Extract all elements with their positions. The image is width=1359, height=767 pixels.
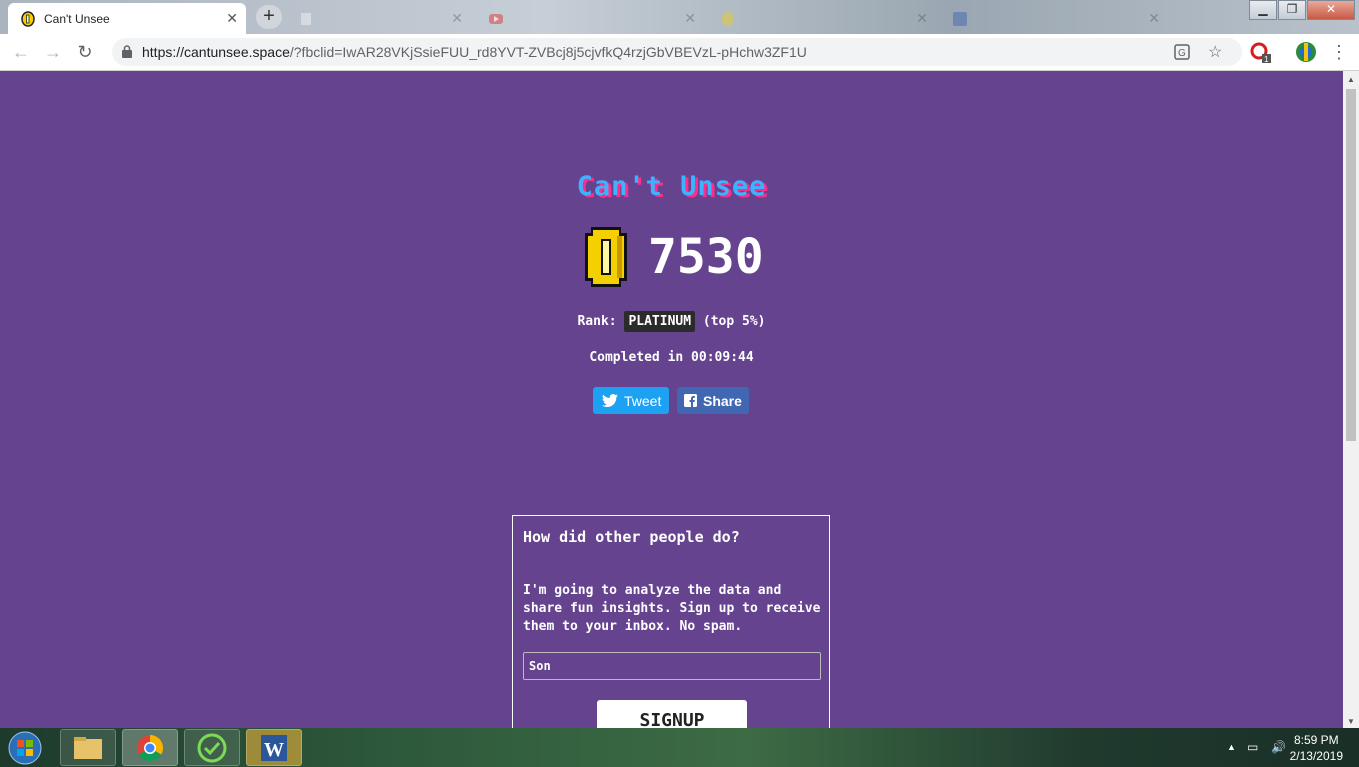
close-tab-icon[interactable]: ✕ [916, 10, 928, 27]
score-value: 7530 [648, 229, 764, 285]
share-label: Share [703, 392, 742, 409]
taskbar-app[interactable] [184, 729, 240, 766]
bookmark-star-icon[interactable]: ☆ [1208, 42, 1222, 62]
twitter-bird-icon [602, 393, 618, 407]
page-viewport: Can't Unsee 7530 Rank: PLATINUM (top 5%)… [0, 71, 1343, 728]
page-icon [301, 12, 311, 25]
word-icon: W [261, 735, 287, 761]
rank-badge: PLATINUM [624, 311, 696, 332]
tweet-button[interactable]: Tweet [593, 387, 669, 414]
tab-background-4[interactable]: ✕ [940, 3, 1168, 34]
browser-toolbar: ← → ↻ https://cantunsee.space/?fbclid=Iw… [0, 34, 1359, 71]
show-hidden-icons-icon[interactable]: ▲ [1227, 742, 1236, 752]
youtube-icon [489, 13, 503, 24]
page-title: Can't Unsee [576, 171, 767, 202]
rank-label: Rank: [577, 314, 617, 329]
taskbar-chrome[interactable] [122, 729, 178, 766]
svg-text:G: G [1178, 48, 1186, 59]
tweet-label: Tweet [624, 392, 662, 409]
tab-background-2[interactable]: ✕ [476, 3, 704, 34]
url-path: /?fbclid=IwAR28VKjSsieFUU_rd8YVT-ZVBcj8j… [289, 44, 807, 60]
close-tab-icon[interactable]: ✕ [451, 10, 463, 27]
tab-cant-unsee[interactable]: Can't Unsee ✕ [8, 3, 246, 34]
close-tab-icon[interactable]: ✕ [1148, 10, 1160, 27]
coin-icon [585, 227, 627, 287]
page-scrollbar[interactable]: ▲ ▼ [1343, 71, 1359, 728]
rank-percentile: (top 5%) [702, 314, 766, 329]
url-text: https://cantunsee.space/?fbclid=IwAR28VK… [142, 44, 807, 60]
opera-extension-icon[interactable]: 1 [1250, 42, 1272, 64]
system-clock[interactable]: 8:59 PM 2/13/2019 [1290, 732, 1343, 764]
forward-arrow-icon[interactable]: → [41, 40, 65, 64]
tab-background-1[interactable]: ✕ [286, 3, 471, 34]
lock-icon [122, 45, 132, 58]
system-tray: ▲ ▭ 🔊 8:59 PM 2/13/2019 [1189, 728, 1359, 767]
svg-text:W: W [264, 739, 284, 761]
app-icon [197, 733, 227, 763]
clock-date: 2/13/2019 [1289, 749, 1343, 763]
name-input[interactable] [523, 652, 821, 680]
facebook-icon [684, 394, 697, 407]
scroll-down-arrow-icon[interactable]: ▼ [1347, 717, 1355, 726]
tab-background-3[interactable]: ✕ [708, 3, 936, 34]
browser-tab-strip: Can't Unsee ✕ + ✕ ✕ ✕ ✕ ▁ ❐ ✕ [0, 0, 1359, 34]
facebook-share-button[interactable]: Share [677, 387, 749, 414]
back-arrow-icon[interactable]: ← [9, 40, 33, 64]
profile-avatar[interactable] [1295, 41, 1317, 63]
network-icon[interactable]: ▭ [1247, 740, 1258, 754]
signup-description: I'm going to analyze the data and share … [523, 583, 821, 634]
address-bar[interactable]: https://cantunsee.space/?fbclid=IwAR28VK… [112, 38, 1242, 66]
facebook-icon [953, 11, 967, 26]
tab-title: Can't Unsee [44, 11, 110, 26]
scrollbar-thumb[interactable] [1346, 89, 1356, 441]
rank-row: Rank: PLATINUM (top 5%) [0, 311, 1343, 332]
taskbar-file-explorer[interactable] [60, 729, 116, 766]
translate-icon[interactable]: G [1174, 44, 1190, 60]
clock-time: 8:59 PM [1293, 733, 1339, 747]
restore-button[interactable]: ❐ [1278, 0, 1306, 20]
completion-time: Completed in 00:09:44 [589, 350, 754, 365]
taskbar-word[interactable]: W [246, 729, 302, 766]
reload-icon[interactable]: ↻ [73, 40, 97, 64]
close-window-button[interactable]: ✕ [1307, 0, 1355, 20]
signup-button[interactable]: SIGNUP [597, 700, 747, 728]
new-tab-button[interactable]: + [256, 5, 282, 29]
scroll-up-arrow-icon[interactable]: ▲ [1347, 75, 1355, 84]
signup-card: How did other people do? I'm going to an… [512, 515, 830, 728]
close-tab-icon[interactable]: ✕ [684, 10, 696, 27]
minimize-button[interactable]: ▁ [1249, 0, 1277, 20]
menu-kebab-icon[interactable]: ⋮ [1327, 40, 1351, 64]
chrome-icon [137, 734, 164, 762]
coin-icon [21, 10, 35, 27]
window-controls: ▁ ❐ ✕ [1248, 0, 1355, 20]
windows-taskbar: W ▲ ▭ 🔊 8:59 PM 2/13/2019 [0, 728, 1359, 767]
windows-start-icon[interactable] [5, 729, 45, 766]
signup-heading: How did other people do? [523, 528, 740, 546]
coin-icon [722, 11, 734, 26]
close-tab-icon[interactable]: ✕ [226, 10, 238, 27]
share-buttons: Tweet Share [593, 387, 749, 414]
volume-icon[interactable]: 🔊 [1271, 740, 1286, 754]
folder-icon [74, 737, 102, 759]
extension-badge: 1 [1264, 55, 1269, 64]
url-host: https://cantunsee.space [142, 44, 290, 60]
